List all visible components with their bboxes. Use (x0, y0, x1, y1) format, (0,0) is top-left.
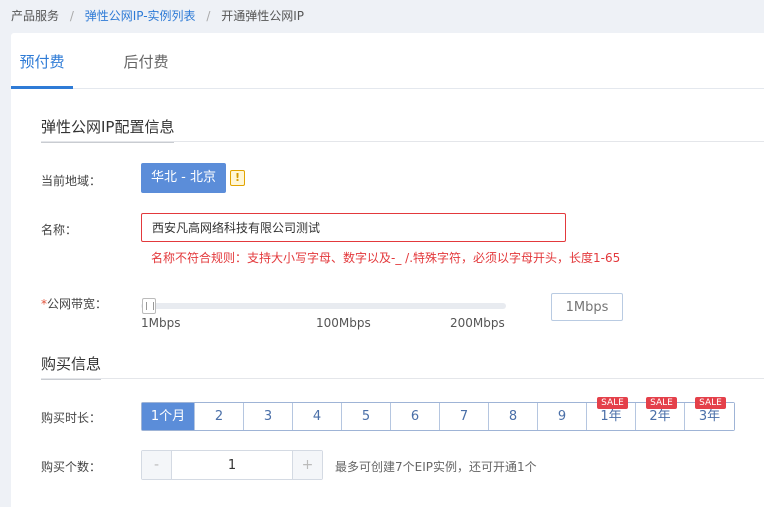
duration-option-label: 7 (459, 409, 469, 424)
section-divider (41, 378, 764, 379)
warning-icon[interactable]: ! (230, 170, 245, 186)
duration-option-label: 8 (508, 409, 518, 424)
sale-badge: SALE (646, 397, 677, 409)
duration-option-label: 6 (410, 409, 420, 424)
name-label: 名称： (41, 223, 78, 237)
duration-selector: 1个月 2 3 4 5 6 7 8 9 1年 SALE 2年 SALE 3年 SALE (141, 397, 735, 431)
main-card: 预付费 后付费 弹性公网IP配置信息 当前地域： 华北 - 北京 ! 名称： 名… (11, 33, 764, 507)
duration-option[interactable]: 7 (440, 403, 489, 430)
bandwidth-label: 公网带宽： (47, 297, 108, 311)
region-label: 当前地域： (41, 174, 102, 188)
duration-option[interactable]: 1个月 (142, 403, 195, 430)
bandwidth-label-wrap: *公网带宽： (41, 295, 107, 312)
sale-badge: SALE (695, 397, 726, 409)
bandwidth-tick-min: 1Mbps (141, 316, 181, 330)
duration-option[interactable]: 3 (244, 403, 293, 430)
slider-handle-icon[interactable] (142, 298, 156, 314)
duration-option-label: 2 (214, 409, 224, 424)
quantity-label: 购买个数： (41, 460, 102, 474)
quantity-plus-button[interactable]: + (293, 451, 322, 479)
duration-option-label: 2年 (649, 409, 671, 424)
duration-option-label: 3年 (698, 409, 721, 424)
tab-postpaid[interactable]: 后付费 (111, 33, 181, 89)
quantity-stepper: - + (141, 450, 323, 480)
duration-option[interactable]: 2 (195, 403, 244, 430)
breadcrumb-item-current: 开通弹性公网IP (221, 9, 305, 23)
duration-option-label: 1年 (600, 409, 622, 424)
duration-option[interactable]: 1年 SALE (587, 397, 636, 430)
duration-option[interactable]: 9 (538, 403, 587, 430)
bandwidth-tick-mid: 100Mbps (316, 316, 371, 330)
name-error-message: 名称不符合规则：支持大小写字母、数字以及-_ /.特殊字符，必须以字母开头，长度… (151, 251, 621, 265)
duration-label: 购买时长： (41, 411, 102, 425)
purchase-section-title: 购买信息 (41, 354, 102, 380)
breadcrumb: 产品服务 / 弹性公网IP-实例列表 / 开通弹性公网IP (11, 7, 304, 25)
duration-option-label: 9 (557, 409, 567, 424)
breadcrumb-separator: / (69, 9, 74, 23)
breadcrumb-item-eip-list[interactable]: 弹性公网IP-实例列表 (85, 9, 196, 23)
tab-prepaid[interactable]: 预付费 (11, 33, 73, 89)
billing-tabs: 预付费 后付费 (11, 33, 764, 89)
bandwidth-tick-max: 200Mbps (450, 316, 505, 330)
sale-badge: SALE (597, 397, 628, 409)
bandwidth-input[interactable] (551, 293, 623, 321)
duration-option[interactable]: 2年 SALE (636, 397, 685, 430)
duration-option[interactable]: 5 (342, 403, 391, 430)
quantity-input[interactable] (171, 451, 293, 479)
duration-option[interactable]: 4 (293, 403, 342, 430)
region-tag: 华北 - 北京 (141, 163, 226, 193)
duration-option-label: 1个月 (150, 409, 186, 424)
section-divider (41, 141, 764, 142)
duration-option-label: 4 (312, 409, 322, 424)
duration-option[interactable]: 3年 SALE (685, 397, 734, 430)
breadcrumb-item-products[interactable]: 产品服务 (11, 9, 59, 23)
quantity-hint: 最多可创建7个EIP实例，还可开通1个 (335, 460, 537, 474)
duration-option[interactable]: 8 (489, 403, 538, 430)
duration-option-label: 3 (263, 409, 273, 424)
bandwidth-slider-track[interactable] (141, 303, 506, 309)
config-section-title: 弹性公网IP配置信息 (41, 117, 175, 143)
quantity-minus-button[interactable]: - (142, 451, 171, 479)
name-input[interactable] (141, 213, 566, 242)
duration-option-label: 5 (361, 409, 371, 424)
duration-option[interactable]: 6 (391, 403, 440, 430)
breadcrumb-separator: / (206, 9, 211, 23)
